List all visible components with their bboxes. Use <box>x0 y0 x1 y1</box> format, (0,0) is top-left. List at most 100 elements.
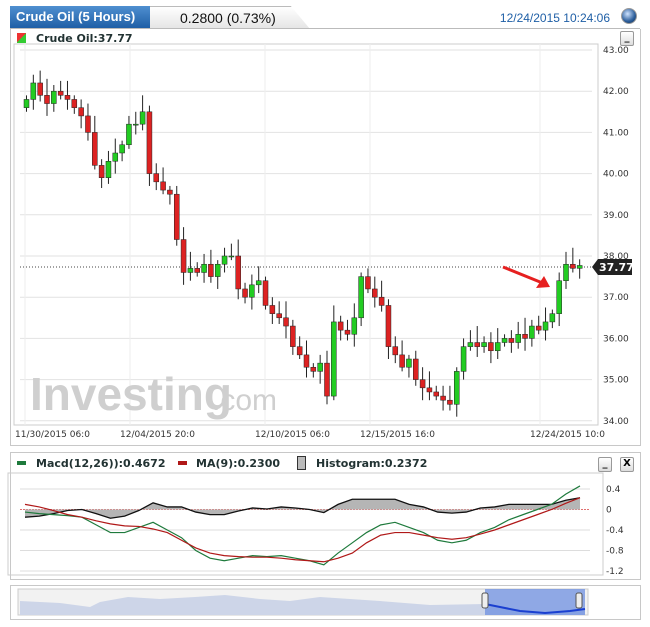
candle <box>228 255 235 258</box>
price-chart[interactable]: 43.0042.0041.0040.0039.0038.0037.0036.00… <box>0 0 650 450</box>
candle <box>372 288 378 298</box>
candle <box>119 144 125 154</box>
x-tick-label: 11/30/2015 06:0 <box>15 430 90 440</box>
candle <box>358 276 364 319</box>
histogram-legend: Histogram:0.2372 <box>316 457 428 470</box>
candle <box>433 391 440 397</box>
y-tick-label: 34.00 <box>603 417 629 427</box>
y-tick-label: 43.00 <box>603 46 629 56</box>
candle <box>221 255 228 265</box>
candle <box>112 152 119 162</box>
candle <box>139 111 146 125</box>
candle <box>440 395 446 401</box>
candle <box>180 239 187 273</box>
candle <box>187 268 194 273</box>
x-tick-label: 12/24/2015 10:0 <box>530 430 605 440</box>
candle <box>153 173 160 183</box>
candle <box>283 317 289 327</box>
macd-y-tick-label: -0.4 <box>606 526 624 536</box>
candle <box>447 399 453 405</box>
y-tick-label: 36.00 <box>603 334 629 344</box>
candle <box>37 82 43 96</box>
y-tick-label: 40.00 <box>603 170 629 180</box>
candle <box>535 325 542 331</box>
candle <box>324 362 330 397</box>
candle <box>71 99 78 108</box>
candle <box>570 263 576 269</box>
candle <box>351 317 358 335</box>
candle <box>133 123 139 126</box>
arrow-annotation <box>502 265 546 286</box>
macd-y-tick-label: -1.2 <box>606 567 624 577</box>
y-tick-label: 37.00 <box>603 293 629 303</box>
candle <box>413 358 419 380</box>
candle <box>201 263 207 273</box>
histogram-area <box>25 497 580 519</box>
candle <box>57 90 64 96</box>
candle <box>522 334 528 339</box>
candle <box>365 276 371 290</box>
candle <box>276 313 282 319</box>
candle <box>467 342 474 347</box>
y-tick-label: 35.00 <box>603 376 629 386</box>
candle <box>290 325 296 347</box>
y-tick-label: 42.00 <box>603 87 629 97</box>
candle <box>126 123 132 146</box>
candle <box>262 280 269 306</box>
candle <box>194 268 200 273</box>
candle <box>460 346 467 372</box>
candle <box>44 95 50 104</box>
candle <box>85 115 91 133</box>
candle <box>310 366 317 372</box>
macd-y-tick-label: -0.8 <box>606 547 624 557</box>
candle <box>576 265 583 269</box>
navigator-left-handle[interactable] <box>481 592 489 609</box>
watermark-logo: Investing <box>30 368 232 420</box>
macd-legend-icon <box>17 461 26 465</box>
candle <box>30 82 37 100</box>
candle <box>501 338 508 343</box>
candle <box>488 342 494 352</box>
candle <box>344 329 351 335</box>
candle <box>78 107 84 117</box>
candle <box>337 321 344 331</box>
candle <box>453 371 460 405</box>
macd-chart: 0.4 0 -0.4 -0.8 -1.2 <box>7 472 624 577</box>
watermark-suffix: .com <box>212 384 277 417</box>
macd-y-tick-label: 0 <box>606 506 612 516</box>
candle <box>255 280 262 286</box>
candle <box>146 111 153 174</box>
histogram-legend-icon <box>297 456 306 470</box>
candle <box>419 379 426 389</box>
candle <box>64 95 71 100</box>
candle <box>494 342 501 352</box>
ma-legend: MA(9):0.2300 <box>196 457 281 470</box>
candle <box>474 342 480 347</box>
candle <box>392 346 399 356</box>
x-tick-label: 12/04/2015 20:0 <box>120 430 195 440</box>
candle <box>317 362 323 372</box>
candle <box>173 193 180 240</box>
candle <box>303 354 310 368</box>
macd-legend: Macd(12,26)):0.4672 <box>36 457 166 470</box>
navigator-right-handle[interactable] <box>575 592 583 609</box>
candle <box>92 132 98 166</box>
candle <box>51 90 57 104</box>
candle <box>105 160 112 178</box>
candle <box>399 354 405 368</box>
candle <box>249 284 255 298</box>
candle <box>426 387 433 393</box>
candle <box>549 313 556 323</box>
candle <box>331 321 337 397</box>
candle <box>167 189 173 195</box>
candle <box>529 325 535 339</box>
candle <box>515 334 521 343</box>
candle <box>385 305 392 347</box>
candle <box>160 181 166 191</box>
macd-line <box>24 485 581 566</box>
candle <box>378 296 385 306</box>
y-tick-label: 41.00 <box>603 128 629 138</box>
candle <box>556 280 562 314</box>
candle <box>98 165 105 178</box>
navigator[interactable] <box>0 585 650 620</box>
